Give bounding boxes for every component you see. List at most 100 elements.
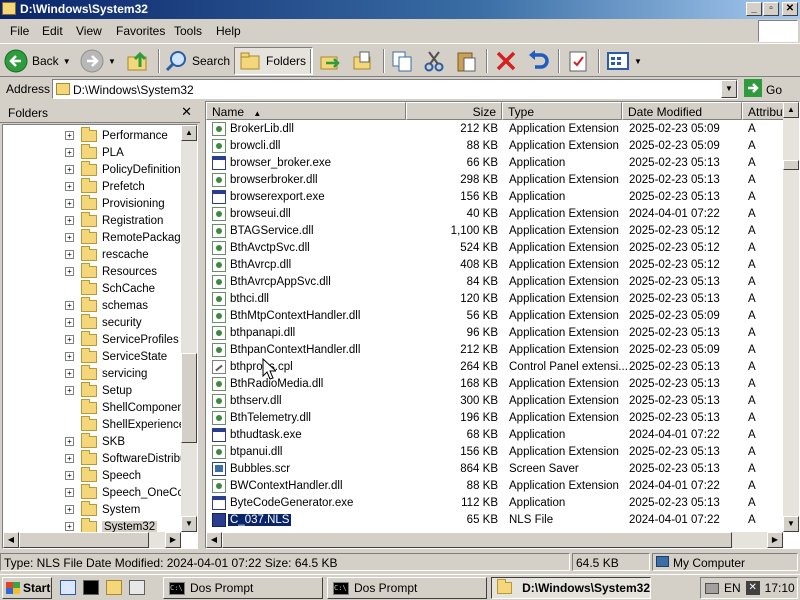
scroll-thumb[interactable]: [783, 160, 799, 170]
column-header-type[interactable]: Type: [502, 102, 622, 120]
clock[interactable]: 17:10: [765, 581, 795, 595]
scroll-left-button[interactable]: ◀: [3, 532, 19, 548]
scroll-thumb[interactable]: [181, 353, 197, 443]
folder-tree[interactable]: + Performance + PLA + PolicyDefinitions + Prefe…: [2, 124, 198, 549]
up-folder-button[interactable]: [126, 47, 150, 75]
file-row[interactable]: bthpanapi.dll 96 KB Application Extension 2…: [206, 325, 784, 342]
tree-item[interactable]: + RemotePackages: [65, 228, 193, 246]
chevron-down-icon[interactable]: ▼: [108, 57, 116, 66]
tree-item[interactable]: + Performance: [65, 126, 168, 144]
back-button[interactable]: Back ▼: [4, 47, 71, 75]
expand-icon[interactable]: +: [65, 369, 74, 378]
close-icon[interactable]: ✕: [181, 104, 192, 120]
scroll-up-button[interactable]: ▲: [783, 102, 799, 118]
expand-icon[interactable]: +: [65, 267, 74, 276]
tree-item[interactable]: ShellExperiences: [65, 415, 191, 433]
start-button[interactable]: Start: [2, 577, 52, 599]
tree-item[interactable]: + servicing: [65, 364, 147, 382]
expand-icon[interactable]: +: [65, 471, 74, 480]
quicklaunch-ie-icon[interactable]: [60, 580, 76, 595]
file-row[interactable]: BthAvrcp.dll 408 KB Application Extension 2…: [206, 257, 784, 274]
taskbar-item-dos-prompt-2[interactable]: C:\ Dos Prompt: [327, 577, 487, 599]
folders-button[interactable]: Folders: [234, 47, 314, 75]
scroll-right-button[interactable]: ▶: [767, 532, 783, 548]
file-row[interactable]: browseui.dll 40 KB Application Extension 20…: [206, 206, 784, 223]
tree-item[interactable]: + SKB: [65, 432, 125, 450]
taskbar-item-explorer[interactable]: D:\Windows\System32: [491, 577, 651, 599]
file-row[interactable]: BTAGService.dll 1,100 KB Application Exten…: [206, 223, 784, 240]
menu-favorites[interactable]: Favorites: [116, 24, 165, 38]
file-row[interactable]: Bubbles.scr 864 KB Screen Saver 2025-02-23 …: [206, 461, 784, 478]
expand-icon[interactable]: +: [65, 301, 74, 310]
menu-view[interactable]: View: [76, 24, 102, 38]
expand-icon[interactable]: +: [65, 216, 74, 225]
menu-help[interactable]: Help: [216, 24, 241, 38]
quicklaunch-desktop-icon[interactable]: [129, 580, 145, 595]
expand-icon[interactable]: +: [65, 318, 74, 327]
menu-file[interactable]: File: [10, 24, 29, 38]
properties-button[interactable]: [566, 47, 590, 75]
scroll-down-button[interactable]: ▼: [181, 516, 197, 532]
close-button[interactable]: ✕: [782, 2, 798, 16]
expand-icon[interactable]: +: [65, 182, 74, 191]
language-indicator[interactable]: EN: [724, 581, 741, 595]
tree-item[interactable]: + security: [65, 313, 142, 331]
tree-item[interactable]: + ServiceState: [65, 347, 167, 365]
file-row[interactable]: BthpanContextHandler.dll 212 KB Applicatio…: [206, 342, 784, 359]
copy-to-button[interactable]: [350, 47, 374, 75]
tree-item[interactable]: + Provisioning: [65, 194, 165, 212]
column-header-name[interactable]: Name ▲: [206, 102, 406, 120]
file-row[interactable]: BWContextHandler.dll 88 KB Application Ext…: [206, 478, 784, 495]
search-button[interactable]: Search: [164, 47, 230, 75]
expand-icon[interactable]: +: [65, 250, 74, 259]
tree-item[interactable]: + rescache: [65, 245, 149, 263]
expand-icon[interactable]: +: [65, 148, 74, 157]
expand-icon[interactable]: +: [65, 488, 74, 497]
tree-item[interactable]: + ServiceProfiles: [65, 330, 179, 348]
folder-tree-vscrollbar[interactable]: ▲ ▼: [181, 125, 197, 532]
tree-item[interactable]: + Setup: [65, 381, 132, 399]
tree-item[interactable]: + Speech: [65, 466, 141, 484]
scroll-left-button[interactable]: ◀: [206, 532, 222, 548]
file-row[interactable]: browserbroker.dll 298 KB Application Exten…: [206, 172, 784, 189]
quicklaunch-cmd-icon[interactable]: [83, 580, 99, 595]
expand-icon[interactable]: +: [65, 522, 74, 531]
file-list-hscrollbar[interactable]: ◀ ▶: [206, 532, 783, 548]
scroll-thumb[interactable]: [222, 532, 732, 548]
expand-icon[interactable]: +: [65, 199, 74, 208]
tree-item[interactable]: + schemas: [65, 296, 148, 314]
scroll-up-button[interactable]: ▲: [181, 125, 197, 141]
paste-button[interactable]: [454, 47, 478, 75]
file-row[interactable]: browserexport.exe 156 KB Application 2025-0…: [206, 189, 784, 206]
scroll-thumb[interactable]: [19, 532, 149, 548]
file-row[interactable]: bthudtask.exe 68 KB Application 2024-04-01 …: [206, 427, 784, 444]
move-to-button[interactable]: [318, 47, 342, 75]
expand-icon[interactable]: +: [65, 165, 74, 174]
menu-tools[interactable]: Tools: [174, 24, 202, 38]
tree-item[interactable]: ShellComponents: [65, 398, 193, 416]
file-row[interactable]: BthAvctpSvc.dll 524 KB Application Extensi…: [206, 240, 784, 257]
minimize-button[interactable]: _: [746, 2, 762, 16]
file-row[interactable]: BrokerLib.dll 212 KB Application Extension…: [206, 121, 784, 138]
file-row[interactable]: ByteCodeGenerator.exe 112 KB Application 20…: [206, 495, 784, 512]
column-header-size[interactable]: Size: [406, 102, 502, 120]
chevron-down-icon[interactable]: ▼: [63, 57, 71, 66]
maximize-button[interactable]: ▫: [763, 2, 779, 16]
file-list[interactable]: Name ▲ Size Type Date Modified Attribut …: [205, 101, 800, 549]
go-button[interactable]: Go: [744, 79, 782, 100]
expand-icon[interactable]: +: [65, 386, 74, 395]
quicklaunch-explorer-icon[interactable]: [106, 580, 122, 595]
forward-button[interactable]: ▼: [80, 47, 116, 75]
expand-icon[interactable]: +: [65, 233, 74, 242]
tree-item[interactable]: + System: [65, 500, 140, 518]
file-row[interactable]: C_037.NLS 65 KB NLS File 2024-04-01 07:22 A: [206, 512, 784, 529]
expand-icon[interactable]: +: [65, 454, 74, 463]
tree-item[interactable]: SchCache: [65, 279, 155, 297]
tree-item[interactable]: + Registration: [65, 211, 163, 229]
address-dropdown-button[interactable]: ▼: [721, 80, 737, 98]
expand-icon[interactable]: +: [65, 335, 74, 344]
keyboard-icon[interactable]: [705, 582, 719, 594]
chevron-down-icon[interactable]: ▼: [634, 57, 642, 66]
undo-button[interactable]: [526, 47, 550, 75]
column-header-modified[interactable]: Date Modified: [622, 102, 742, 120]
